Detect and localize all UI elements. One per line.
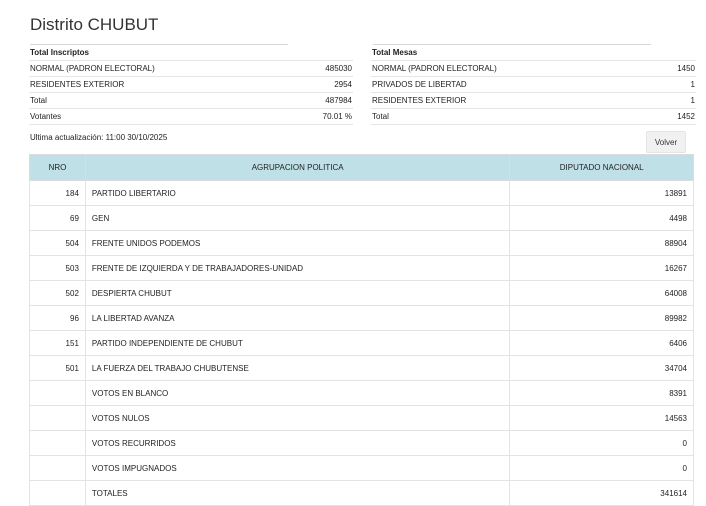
mesas-header: Total Mesas <box>371 45 696 61</box>
mesas-value: 1450 <box>631 60 696 77</box>
row-votes: 64008 <box>509 280 694 306</box>
row-nro <box>29 455 86 481</box>
last-update-text: Ultima actualización: 11:00 30/10/2025 <box>30 133 168 142</box>
row-votes: 88904 <box>509 230 694 256</box>
row-agrupacion: FRENTE UNIDOS PODEMOS <box>84 230 511 256</box>
inscriptos-table: Total Inscriptos NORMAL (PADRON ELECTORA… <box>29 45 353 125</box>
row-agrupacion: PARTIDO LIBERTARIO <box>84 180 511 206</box>
inscriptos-header: Total Inscriptos <box>29 45 353 61</box>
mesas-row: NORMAL (PADRON ELECTORAL) 1450 <box>371 60 696 77</box>
row-agrupacion: DESPIERTA CHUBUT <box>84 280 511 306</box>
row-nro: 96 <box>29 305 86 331</box>
table-row: VOTOS EN BLANCO 8391 <box>29 380 694 406</box>
row-agrupacion: FRENTE DE IZQUIERDA Y DE TRABAJADORES-UN… <box>84 255 511 281</box>
inscriptos-value: 485030 <box>279 60 353 77</box>
mesas-table: Total Mesas NORMAL (PADRON ELECTORAL) 14… <box>371 45 696 125</box>
row-nro: 502 <box>29 280 86 306</box>
mesas-header-row: Total Mesas <box>371 45 696 61</box>
row-votes: 4498 <box>509 205 694 231</box>
row-agrupacion: LA LIBERTAD AVANZA <box>84 305 511 331</box>
row-nro: 151 <box>29 330 86 356</box>
row-votes: 13891 <box>509 180 694 206</box>
mesas-value: 1452 <box>631 108 696 125</box>
row-votes: 16267 <box>509 255 694 281</box>
mesas-value: 1 <box>631 76 696 93</box>
table-row: 69 GEN 4498 <box>29 205 694 231</box>
row-nro: 501 <box>29 355 86 381</box>
row-votes: 6406 <box>509 330 694 356</box>
table-row: 151 PARTIDO INDEPENDIENTE DE CHUBUT 6406 <box>29 330 694 356</box>
row-nro: 184 <box>29 180 86 206</box>
table-row: VOTOS NULOS 14563 <box>29 405 694 431</box>
row-votes: 89982 <box>509 305 694 331</box>
mesas-value: 1 <box>631 92 696 109</box>
mesas-label: NORMAL (PADRON ELECTORAL) <box>371 60 631 77</box>
mesas-label: RESIDENTES EXTERIOR <box>371 92 631 109</box>
table-row: 502 DESPIERTA CHUBUT 64008 <box>29 280 694 306</box>
inscriptos-label: Votantes <box>29 108 279 125</box>
volver-button[interactable]: Volver <box>646 131 686 153</box>
row-nro: 69 <box>29 205 86 231</box>
row-agrupacion: VOTOS EN BLANCO <box>84 380 511 406</box>
column-header-nro: NRO <box>29 154 86 181</box>
row-nro <box>29 405 86 431</box>
inscriptos-row: NORMAL (PADRON ELECTORAL) 485030 <box>29 60 353 77</box>
row-agrupacion: VOTOS RECURRIDOS <box>84 430 511 456</box>
table-row: VOTOS RECURRIDOS 0 <box>29 430 694 456</box>
row-nro <box>29 380 86 406</box>
row-agrupacion: TOTALES <box>84 480 511 506</box>
row-nro: 504 <box>29 230 86 256</box>
inscriptos-label: RESIDENTES EXTERIOR <box>29 76 279 93</box>
inscriptos-row: RESIDENTES EXTERIOR 2954 <box>29 76 353 93</box>
row-votes: 341614 <box>509 480 694 506</box>
inscriptos-label: Total <box>29 92 279 109</box>
row-agrupacion: LA FUERZA DEL TRABAJO CHUBUTENSE <box>84 355 511 381</box>
inscriptos-value: 70.01 % <box>279 108 353 125</box>
row-agrupacion: PARTIDO INDEPENDIENTE DE CHUBUT <box>84 330 511 356</box>
table-row-totales: TOTALES 341614 <box>29 480 694 506</box>
mesas-row: Total 1452 <box>371 108 696 125</box>
inscriptos-label: NORMAL (PADRON ELECTORAL) <box>29 60 279 77</box>
table-row: 96 LA LIBERTAD AVANZA 89982 <box>29 305 694 331</box>
row-votes: 8391 <box>509 380 694 406</box>
inscriptos-row: Votantes 70.01 % <box>29 108 353 125</box>
row-votes: 0 <box>509 455 694 481</box>
inscriptos-header-row: Total Inscriptos <box>29 45 353 61</box>
results-body: 184 PARTIDO LIBERTARIO 13891 69 GEN 4498… <box>29 180 694 506</box>
row-agrupacion: VOTOS IMPUGNADOS <box>84 455 511 481</box>
row-votes: 0 <box>509 430 694 456</box>
row-nro <box>29 480 86 506</box>
inscriptos-value: 2954 <box>279 76 353 93</box>
table-row: 184 PARTIDO LIBERTARIO 13891 <box>29 180 694 206</box>
row-agrupacion: GEN <box>84 205 511 231</box>
mesas-row: RESIDENTES EXTERIOR 1 <box>371 92 696 109</box>
column-header-diputado: DIPUTADO NACIONAL <box>509 154 694 181</box>
mesas-row: PRIVADOS DE LIBERTAD 1 <box>371 76 696 93</box>
mesas-label: Total <box>371 108 631 125</box>
page-title: Distrito CHUBUT <box>30 15 159 34</box>
table-row: VOTOS IMPUGNADOS 0 <box>29 455 694 481</box>
row-votes: 34704 <box>509 355 694 381</box>
row-nro: 503 <box>29 255 86 281</box>
table-row: 503 FRENTE DE IZQUIERDA Y DE TRABAJADORE… <box>29 255 694 281</box>
mesas-label: PRIVADOS DE LIBERTAD <box>371 76 631 93</box>
table-row: 501 LA FUERZA DEL TRABAJO CHUBUTENSE 347… <box>29 355 694 381</box>
row-nro <box>29 430 86 456</box>
table-row: 504 FRENTE UNIDOS PODEMOS 88904 <box>29 230 694 256</box>
inscriptos-value: 487984 <box>279 92 353 109</box>
row-votes: 14563 <box>509 405 694 431</box>
results-header-row: NRO AGRUPACION POLITICA DIPUTADO NACIONA… <box>29 154 694 181</box>
column-header-agrupacion: AGRUPACION POLITICA <box>84 154 511 181</box>
results-table: NRO AGRUPACION POLITICA DIPUTADO NACIONA… <box>29 154 694 506</box>
inscriptos-row: Total 487984 <box>29 92 353 109</box>
row-agrupacion: VOTOS NULOS <box>84 405 511 431</box>
